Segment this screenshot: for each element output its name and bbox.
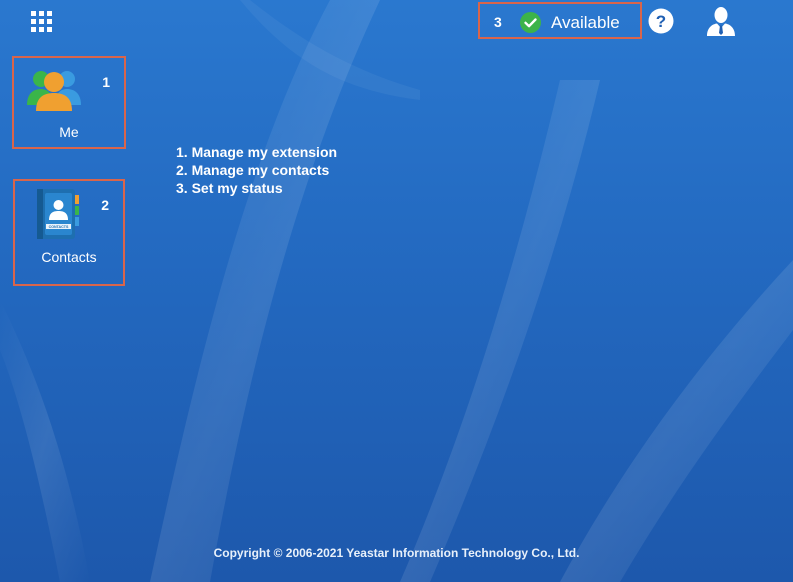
help-icon[interactable]: ? (648, 8, 674, 34)
contacts-book-icon: CONTACTS (37, 189, 79, 239)
contacts-step-number: 2 (101, 197, 109, 213)
apps-grid-button[interactable] (28, 8, 58, 36)
me-label: Me (59, 124, 79, 140)
status-step-number: 3 (494, 14, 502, 30)
status-label: Available (551, 13, 620, 32)
me-tile[interactable]: 1 Me (12, 56, 126, 149)
instruction-item: 2. Manage my contacts (176, 162, 330, 178)
people-icon (27, 71, 81, 111)
contacts-label: Contacts (41, 249, 97, 265)
svg-text:?: ? (656, 12, 666, 31)
user-profile-icon[interactable] (705, 6, 737, 36)
status-selector[interactable]: 3 Available (478, 2, 642, 39)
check-circle-icon (520, 12, 541, 33)
instructions-list: 1. Manage my extension 2. Manage my cont… (176, 143, 337, 197)
instruction-item: 3. Set my status (176, 180, 283, 196)
copyright-footer: Copyright © 2006-2021 Yeastar Informatio… (213, 546, 580, 560)
contacts-tile[interactable]: CONTACTS 2 Contacts (13, 179, 125, 286)
grid-icon (31, 11, 52, 32)
me-step-number: 1 (102, 74, 110, 90)
instruction-item: 1. Manage my extension (176, 144, 338, 160)
svg-text:CONTACTS: CONTACTS (49, 225, 69, 229)
